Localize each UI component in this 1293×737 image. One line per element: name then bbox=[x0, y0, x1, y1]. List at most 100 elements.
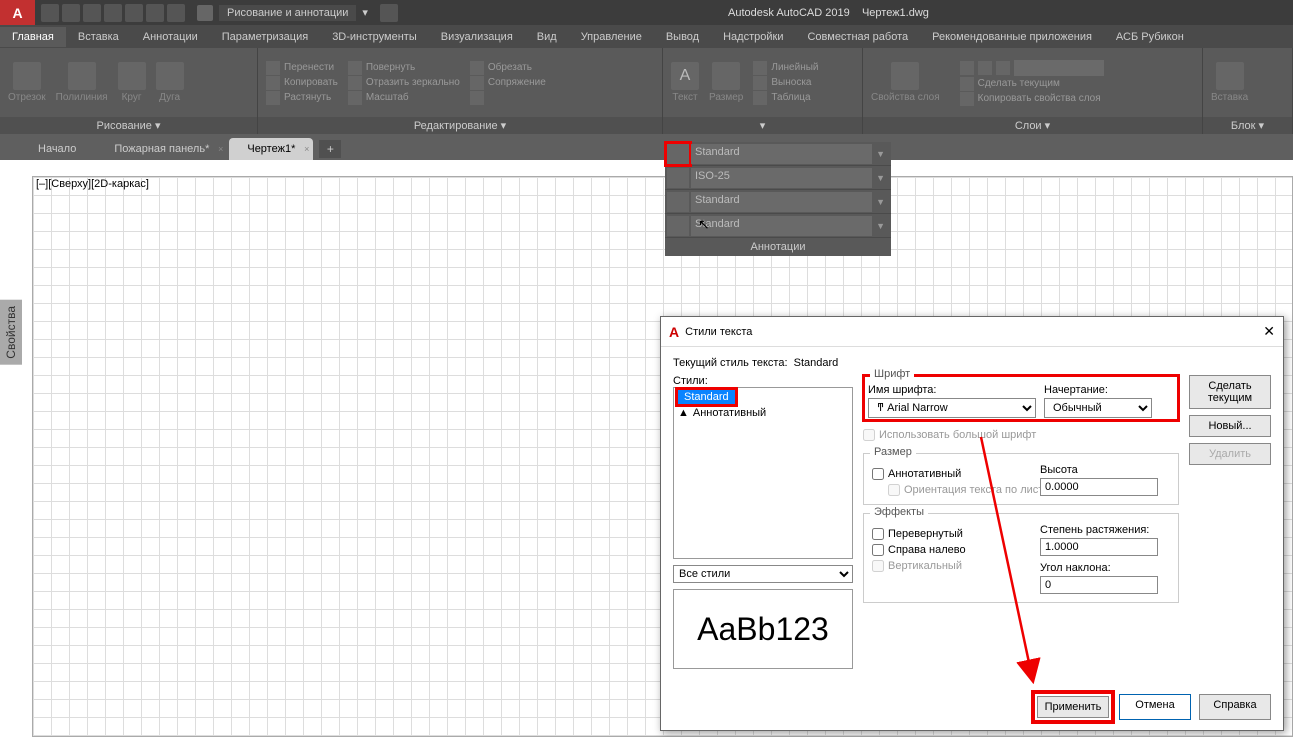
bulb-icon[interactable] bbox=[960, 61, 974, 75]
linear-dim-tool[interactable]: Линейный bbox=[753, 61, 818, 75]
width-factor-input[interactable] bbox=[1040, 538, 1158, 556]
polyline-tool[interactable]: Полилиния bbox=[56, 62, 108, 103]
close-dialog-button[interactable]: ✕ bbox=[1263, 323, 1275, 340]
quick-access-toolbar bbox=[35, 4, 191, 22]
apply-button[interactable]: Применить bbox=[1037, 696, 1109, 718]
tab-featured[interactable]: Рекомендованные приложения bbox=[920, 27, 1104, 47]
style-list[interactable]: Standard ▲Аннотативный bbox=[673, 387, 853, 559]
font-group-label: Шрифт bbox=[870, 368, 914, 380]
lock-icon[interactable] bbox=[996, 61, 1010, 75]
tab-home[interactable]: Главная bbox=[0, 27, 66, 47]
panel-draw[interactable]: Рисование ▾ bbox=[0, 117, 257, 134]
panel-annotation[interactable]: ▾ bbox=[663, 117, 862, 134]
doctab-start[interactable]: Начало bbox=[20, 138, 94, 160]
height-input[interactable] bbox=[1040, 478, 1158, 496]
add-tab-button[interactable]: + bbox=[319, 140, 341, 158]
text-tool[interactable]: AТекст bbox=[671, 62, 699, 103]
close-icon[interactable]: × bbox=[218, 144, 223, 154]
app-logo[interactable]: A bbox=[0, 0, 35, 25]
bigfont-label: Использовать большой шрифт bbox=[879, 429, 1036, 441]
title-bar: A Рисование и аннотации ▾ Autodesk AutoC… bbox=[0, 0, 1293, 25]
help-button[interactable]: Справка bbox=[1199, 694, 1271, 720]
style-filter-dropdown[interactable]: Все стили bbox=[673, 565, 853, 583]
mirror-tool[interactable]: Отразить зеркально bbox=[348, 76, 460, 90]
font-style-dropdown[interactable]: Обычный bbox=[1044, 398, 1152, 418]
dim-style-icon[interactable] bbox=[667, 168, 689, 188]
close-icon[interactable]: × bbox=[304, 144, 309, 154]
leader-tool[interactable]: Выноска bbox=[753, 76, 818, 90]
layer-dropdown[interactable] bbox=[1014, 60, 1104, 76]
viewport-label[interactable]: [–][Сверху][2D-каркас] bbox=[36, 178, 149, 190]
layer-properties-tool[interactable]: Свойства слоя bbox=[871, 62, 940, 103]
orient-label: Ориентация текста по листу bbox=[904, 484, 1049, 496]
open-icon[interactable] bbox=[62, 4, 80, 22]
ribbon: Отрезок Полилиния Круг Дуга Рисование ▾ … bbox=[0, 48, 1293, 134]
mleader-style-dropdown[interactable]: Standard bbox=[691, 192, 872, 212]
table-tool[interactable]: Таблица bbox=[753, 91, 818, 105]
redo-icon[interactable] bbox=[167, 4, 185, 22]
new-icon[interactable] bbox=[41, 4, 59, 22]
tab-rubikon[interactable]: АСБ Рубикон bbox=[1104, 27, 1196, 47]
line-tool[interactable]: Отрезок bbox=[8, 62, 46, 103]
saveas-icon[interactable] bbox=[104, 4, 122, 22]
save-icon[interactable] bbox=[83, 4, 101, 22]
rotate-tool[interactable]: Повернуть bbox=[348, 61, 460, 75]
annotative-label: Аннотативный bbox=[888, 468, 961, 480]
backwards-checkbox[interactable] bbox=[872, 544, 884, 556]
table-style-dropdown[interactable]: Standard bbox=[691, 216, 872, 236]
tab-collab[interactable]: Совместная работа bbox=[795, 27, 920, 47]
style-item-standard[interactable]: Standard bbox=[678, 390, 735, 404]
copy-layer-props-tool[interactable]: Копировать свойства слоя bbox=[960, 92, 1104, 106]
gear-icon[interactable] bbox=[197, 5, 213, 21]
circle-tool[interactable]: Круг bbox=[118, 62, 146, 103]
oblique-input[interactable] bbox=[1040, 576, 1158, 594]
arc-tool[interactable]: Дуга bbox=[156, 62, 184, 103]
style-item-annotative[interactable]: ▲Аннотативный bbox=[674, 406, 852, 420]
copy-tool[interactable]: Копировать bbox=[266, 76, 338, 90]
dimension-tool[interactable]: Размер bbox=[709, 62, 743, 103]
tab-addins[interactable]: Надстройки bbox=[711, 27, 795, 47]
panel-layers[interactable]: Слои ▾ bbox=[863, 117, 1202, 134]
panel-edit[interactable]: Редактирование ▾ bbox=[258, 117, 662, 134]
table-style-icon[interactable] bbox=[667, 216, 689, 236]
font-name-dropdown[interactable]: ͳ Arial Narrow bbox=[868, 398, 1036, 418]
font-style-label: Начертание: bbox=[1044, 384, 1152, 396]
panel-block[interactable]: Блок ▾ bbox=[1203, 117, 1292, 134]
insert-block-tool[interactable]: Вставка bbox=[1211, 62, 1248, 103]
properties-panel-tab[interactable]: Свойства bbox=[0, 300, 22, 365]
tab-parametric[interactable]: Параметризация bbox=[210, 27, 320, 47]
dim-style-dropdown[interactable]: ISO-25 bbox=[691, 168, 872, 188]
tab-manage[interactable]: Управление bbox=[569, 27, 654, 47]
new-style-button[interactable]: Новый... bbox=[1189, 415, 1271, 437]
tab-view[interactable]: Вид bbox=[525, 27, 569, 47]
cancel-button[interactable]: Отмена bbox=[1119, 694, 1191, 720]
set-current-button[interactable]: Сделать текущим bbox=[1189, 375, 1271, 409]
font-preview: AaBb123 bbox=[673, 589, 853, 669]
tab-annotate[interactable]: Аннотации bbox=[131, 27, 210, 47]
mleader-style-icon[interactable] bbox=[667, 192, 689, 212]
text-style-dropdown[interactable]: Standard bbox=[691, 144, 872, 164]
tab-visualize[interactable]: Визуализация bbox=[429, 27, 525, 47]
upside-down-checkbox[interactable] bbox=[872, 528, 884, 540]
scale-tool[interactable]: Масштаб bbox=[348, 91, 460, 105]
stretch-tool[interactable]: Растянуть bbox=[266, 91, 338, 105]
tab-output[interactable]: Вывод bbox=[654, 27, 711, 47]
undo-icon[interactable] bbox=[146, 4, 164, 22]
dialog-title: Стили текста bbox=[685, 326, 752, 338]
doctab-fire[interactable]: Пожарная панель*× bbox=[96, 138, 227, 160]
make-current-tool[interactable]: Сделать текущим bbox=[960, 77, 1104, 91]
fillet-tool[interactable]: Сопряжение bbox=[470, 76, 546, 90]
tab-3dtools[interactable]: 3D-инструменты bbox=[320, 27, 429, 47]
width-factor-label: Степень растяжения: bbox=[1040, 524, 1158, 536]
tab-insert[interactable]: Вставка bbox=[66, 27, 131, 47]
move-tool[interactable]: Перенести bbox=[266, 61, 338, 75]
grid-icon[interactable] bbox=[380, 4, 398, 22]
doctab-drawing1[interactable]: Чертеж1*× bbox=[229, 138, 313, 160]
annotative-checkbox[interactable] bbox=[872, 468, 884, 480]
workspace-dropdown[interactable]: Рисование и аннотации bbox=[219, 5, 356, 21]
plot-icon[interactable] bbox=[125, 4, 143, 22]
trim-tool[interactable]: Обрезать bbox=[470, 61, 546, 75]
freeze-icon[interactable] bbox=[978, 61, 992, 75]
flyout-title: Аннотации bbox=[665, 238, 891, 256]
text-style-icon[interactable] bbox=[667, 144, 689, 164]
